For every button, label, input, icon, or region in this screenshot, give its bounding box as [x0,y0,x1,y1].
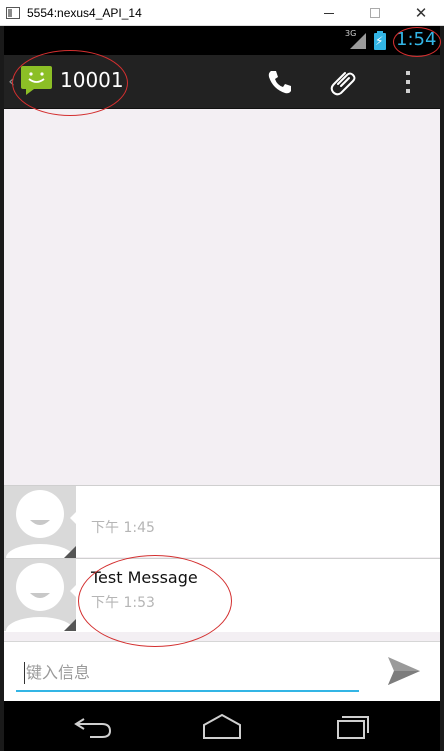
list-bottom-padding [4,632,440,641]
emulator-screen: 3G ⚡ 1:54 ‹ 10001 下午 1:45 Test Message 下… [4,26,440,751]
compose-bar [4,641,440,701]
phone-icon[interactable] [265,67,295,97]
contact-title[interactable]: 10001 [60,68,124,92]
window-titlebar: 5554:nexus4_API_14 ✕ [0,0,444,26]
message-timestamp: 下午 1:45 [91,520,155,536]
action-bar: ‹ 10001 [4,55,440,109]
maximize-icon [370,8,380,18]
status-bar: 3G ⚡ 1:54 [4,26,440,55]
message-text: Test Message [91,568,198,587]
overflow-menu-icon[interactable] [400,67,416,97]
navigation-bar [4,701,440,751]
messaging-app-icon[interactable] [20,65,54,95]
message-item[interactable]: Test Message 下午 1:53 [4,558,440,632]
battery-icon: ⚡ [374,31,386,50]
quick-contact-badge-icon [64,546,76,558]
quick-contact-badge-icon [64,619,76,631]
up-caret-icon[interactable]: ‹ [8,71,15,92]
message-item[interactable]: 下午 1:45 [4,485,440,558]
conversation-empty-area [4,109,440,485]
minimize-icon [324,12,334,14]
contact-avatar[interactable] [4,559,76,631]
attach-icon[interactable] [328,67,358,97]
window-controls: ✕ [306,0,444,26]
status-clock: 1:54 [396,29,437,50]
back-icon[interactable] [72,711,116,741]
contact-avatar[interactable] [4,486,76,558]
text-cursor [24,662,25,684]
conversation-list[interactable]: 下午 1:45 Test Message 下午 1:53 [4,109,440,641]
send-icon[interactable] [386,654,422,688]
maximize-button[interactable] [352,0,398,26]
minimize-button[interactable] [306,0,352,26]
compose-message-input[interactable] [16,654,359,692]
close-button[interactable]: ✕ [398,0,444,26]
message-timestamp: 下午 1:53 [91,595,155,611]
home-icon[interactable] [200,711,244,741]
emulator-app-icon [6,6,20,19]
recent-apps-icon[interactable] [328,711,372,741]
window-title: 5554:nexus4_API_14 [27,5,142,20]
signal-icon [350,33,366,49]
close-icon: ✕ [414,4,428,22]
bubble-tail [70,510,78,526]
bubble-tail [70,583,78,599]
